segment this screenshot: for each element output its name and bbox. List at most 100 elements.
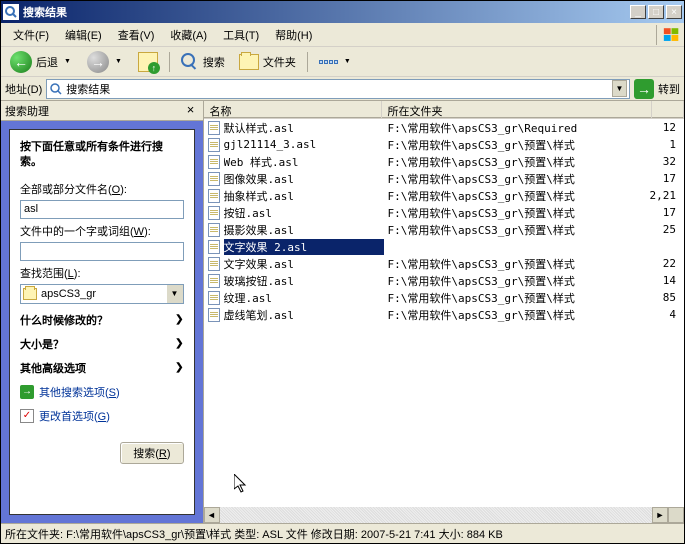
address-dropdown[interactable]: ▼ [612,80,627,97]
back-button[interactable]: ← 后退 ▼ [5,48,78,76]
file-row[interactable]: 玻璃按钮.aslF:\常用软件\apsCS3_gr\预置\样式14 [204,272,685,289]
list-header: 名称 所在文件夹 [204,101,685,119]
menubar: 文件(F) 编辑(E) 查看(V) 收藏(A) 工具(T) 帮助(H) [1,23,684,47]
minimize-button[interactable]: _ [630,5,646,19]
search-pane-header: 搜索助理 × [1,101,203,121]
app-icon [3,4,19,20]
file-row[interactable]: 纹理.aslF:\常用软件\apsCS3_gr\预置\样式85 [204,289,685,306]
file-icon [206,155,222,169]
titlebar: 搜索结果 _ □ × [1,1,684,23]
file-size: 25 [650,223,683,236]
body-area: 搜索助理 × 按下面任意或所有条件进行搜索。 全部或部分文件名(O): 文件中的… [1,101,684,523]
file-name: 纹理.asl [224,290,384,306]
file-name: 摄影效果.asl [224,222,384,238]
column-name[interactable]: 名称 [204,101,382,118]
horizontal-scrollbar[interactable]: ◄ ► [204,507,685,523]
scope-select[interactable]: apsCS3_gr ▼ [20,284,184,304]
chevron-down-icon[interactable]: ▼ [342,58,353,65]
folders-label: 文件夹 [263,54,296,70]
folder-icon [23,288,37,300]
file-icon [206,138,222,152]
status-bar: 所在文件夹: F:\常用软件\apsCS3_gr\预置\样式 类型: ASL 文… [1,523,684,543]
search-button-row: 搜索(R) [20,442,184,464]
file-row[interactable]: 虚线笔划.aslF:\常用软件\apsCS3_gr\预置\样式4 [204,306,685,323]
address-label: 地址(D) [5,81,42,97]
toolbar-separator [169,52,170,72]
file-row[interactable]: 默认样式.aslF:\常用软件\apsCS3_gr\Required12 [204,119,685,136]
chevron-right-icon: ❯ [175,314,183,325]
menu-file[interactable]: 文件(F) [5,25,57,45]
file-folder: F:\常用软件\apsCS3_gr\预置\样式 [384,205,650,221]
file-icon [206,206,222,220]
views-icon [319,60,338,64]
file-row[interactable]: 摄影效果.aslF:\常用软件\apsCS3_gr\预置\样式25 [204,221,685,238]
file-folder: F:\常用软件\apsCS3_gr\Required [384,120,650,136]
menu-tools[interactable]: 工具(T) [215,25,267,45]
up-button[interactable] [133,49,163,75]
expand-when-modified[interactable]: 什么时候修改的？❯ [20,312,184,328]
file-row[interactable]: 图像效果.aslF:\常用软件\apsCS3_gr\预置\样式17 [204,170,685,187]
chevron-right-icon: ❯ [175,362,183,373]
file-size: 1 [650,138,683,151]
file-name: 玻璃按钮.asl [224,273,384,289]
do-search-button[interactable]: 搜索(R) [120,442,183,464]
scroll-track[interactable] [220,507,653,523]
chevron-down-icon[interactable]: ▼ [62,58,73,65]
more-options-link[interactable]: → 其他搜索选项(S) [20,384,184,400]
address-bar: 地址(D) 搜索结果 ▼ → 转到 [1,77,684,101]
expand-size[interactable]: 大小是？❯ [20,336,184,352]
window-root: 搜索结果 _ □ × 文件(F) 编辑(E) 查看(V) 收藏(A) 工具(T)… [0,0,685,544]
search-companion-pane: 搜索助理 × 按下面任意或所有条件进行搜索。 全部或部分文件名(O): 文件中的… [1,101,204,523]
menu-edit[interactable]: 编辑(E) [57,25,110,45]
search-button[interactable]: 搜索 [176,50,230,74]
file-row[interactable]: 按钮.aslF:\常用软件\apsCS3_gr\预置\样式17 [204,204,685,221]
word-input[interactable] [20,242,184,261]
file-folder: F:\常用软件\apsCS3_gr\预置\样式 [384,137,650,153]
search-label: 搜索 [203,54,225,70]
go-button[interactable]: → [634,79,654,99]
scope-label: 查找范围(L): [20,265,184,281]
close-search-pane-button[interactable]: × [183,103,199,119]
file-row[interactable]: 文字效果.aslF:\常用软件\apsCS3_gr\预置\样式22 [204,255,685,272]
close-button[interactable]: × [666,5,682,19]
menu-help[interactable]: 帮助(H) [267,25,320,45]
menu-favorites[interactable]: 收藏(A) [162,25,215,45]
file-name: 抽象样式.asl [224,188,384,204]
file-row[interactable]: 文字效果 2.aslF:\常用软件\apsCS3_gr\预置\样式 [204,238,685,255]
filename-input[interactable] [20,200,184,219]
folder-icon [239,54,259,70]
resize-grip[interactable] [668,507,684,523]
scope-value: apsCS3_gr [41,288,96,300]
back-arrow-icon: ← [10,51,32,73]
file-name: 文字效果 2.asl [224,239,384,255]
scope-dropdown-arrow[interactable]: ▼ [167,285,183,303]
column-folder[interactable]: 所在文件夹 [382,101,652,118]
file-size: 32 [650,155,683,168]
column-size[interactable] [652,101,685,118]
file-row[interactable]: Web 样式.aslF:\常用软件\apsCS3_gr\预置\样式32 [204,153,685,170]
chevron-right-icon: ❯ [175,338,183,349]
address-input[interactable]: 搜索结果 ▼ [46,79,630,99]
file-icon [206,308,222,322]
file-folder: F:\常用软件\apsCS3_gr\预置\样式 [384,222,650,238]
folders-button[interactable]: 文件夹 [234,51,301,73]
maximize-button[interactable]: □ [648,5,664,19]
file-folder: F:\常用软件\apsCS3_gr\预置\样式 [384,256,650,272]
scroll-right-button[interactable]: ► [652,507,668,523]
xp-logo-icon [656,25,680,45]
search-icon [181,53,199,71]
expand-advanced[interactable]: 其他高级选项❯ [20,360,184,376]
file-row[interactable]: 抽象样式.aslF:\常用软件\apsCS3_gr\预置\样式2,21 [204,187,685,204]
file-icon [206,274,222,288]
file-row[interactable]: gjl21114_3.aslF:\常用软件\apsCS3_gr\预置\样式1 [204,136,685,153]
views-button[interactable]: ▼ [314,55,358,68]
change-prefs-link[interactable]: ✓ 更改首选项(G) [20,408,184,424]
forward-button[interactable]: → ▼ [82,48,129,76]
list-body[interactable]: 默认样式.aslF:\常用软件\apsCS3_gr\Required12gjl2… [204,119,685,507]
menu-view[interactable]: 查看(V) [110,25,163,45]
file-icon [206,240,222,254]
scroll-left-button[interactable]: ◄ [204,507,220,523]
file-name: 按钮.asl [224,205,384,221]
file-size: 4 [650,308,683,321]
chevron-down-icon[interactable]: ▼ [113,58,124,65]
